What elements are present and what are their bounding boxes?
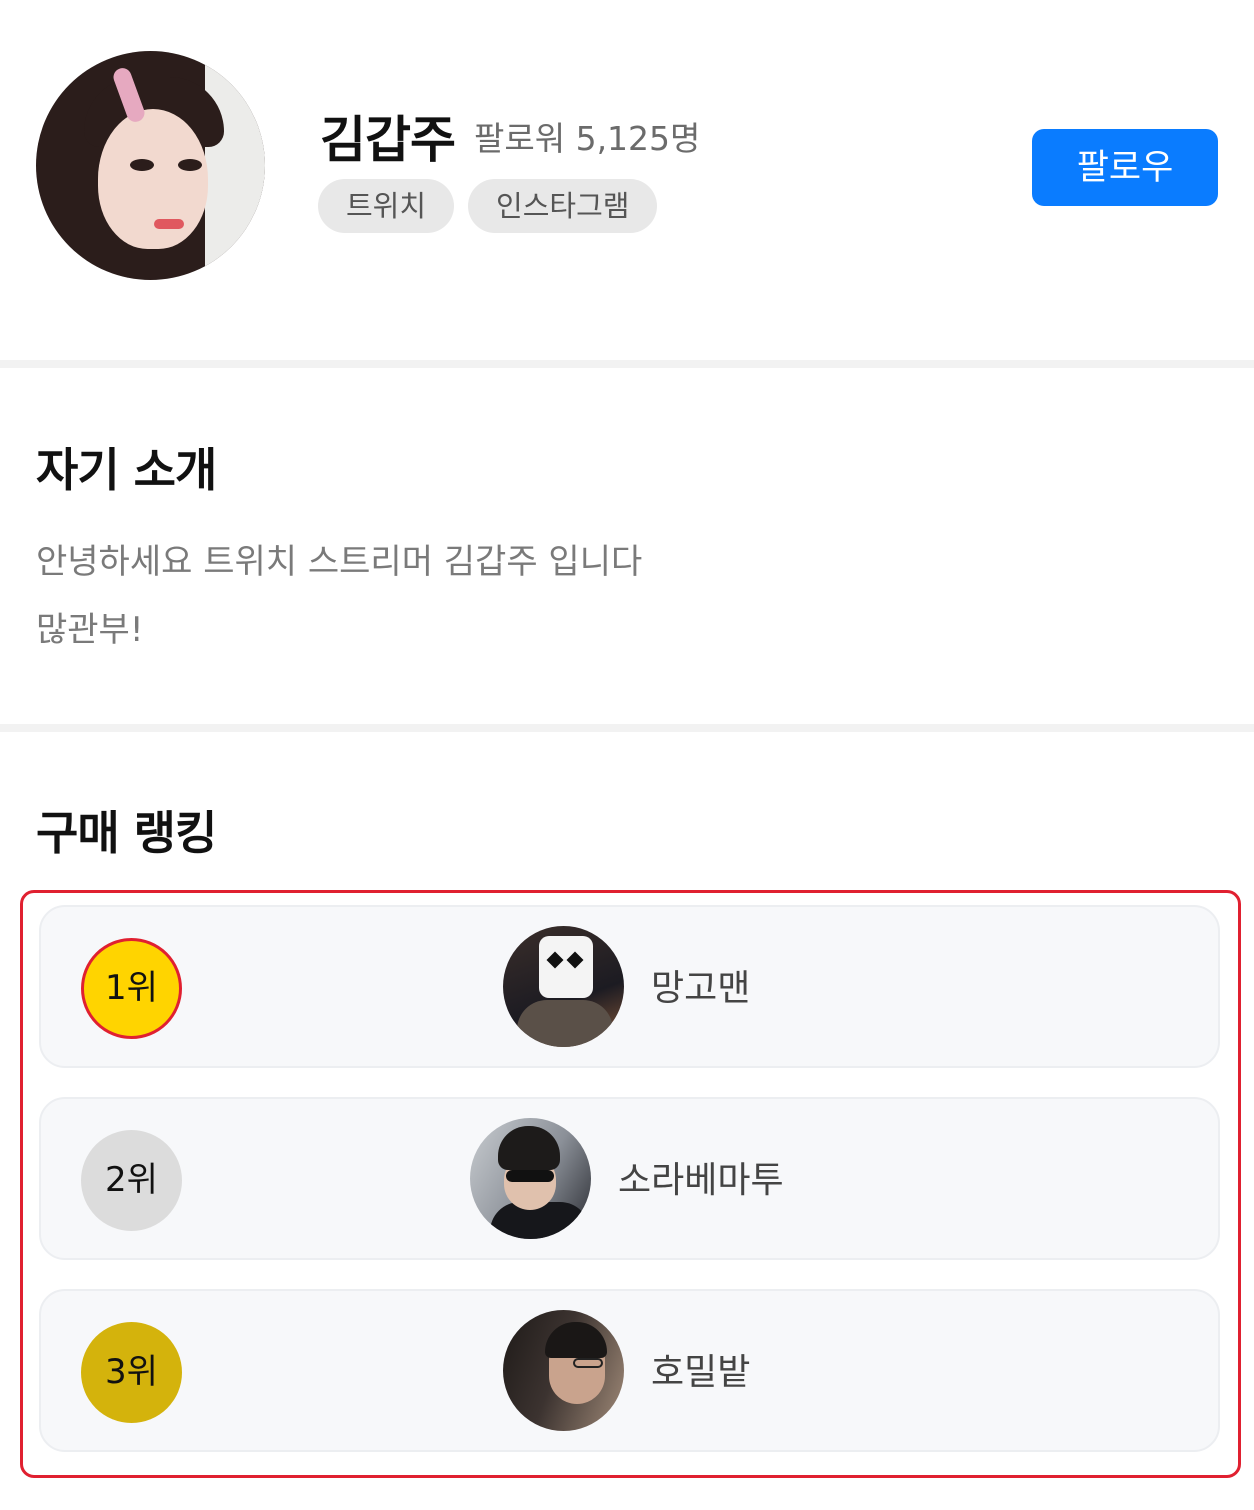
ranking-item-1[interactable]: 1위 망고맨 <box>39 905 1220 1068</box>
avatar-jacket <box>517 1000 613 1047</box>
profile-tags: 트위치 인스타그램 <box>318 179 658 233</box>
ranking-list: 1위 망고맨 2위 소라베마투 3위 호밀밭 <box>20 890 1241 1478</box>
ranking-item-3[interactable]: 3위 호밀밭 <box>39 1289 1220 1452</box>
ranking-title: 구매 랭킹 <box>36 806 217 860</box>
follow-button[interactable]: 팔로우 <box>1032 129 1218 206</box>
section-divider <box>0 724 1254 732</box>
rank-badge-bronze: 3위 <box>81 1322 182 1423</box>
avatar-mask <box>539 936 593 998</box>
profile-header: 김갑주 팔로워 5,125명 트위치 인스타그램 팔로우 <box>0 0 1254 360</box>
avatar-hair <box>545 1322 607 1358</box>
ranking-avatar[interactable] <box>470 1118 591 1239</box>
intro-line-2: 많관부! <box>36 610 144 650</box>
avatar-eye <box>178 159 202 171</box>
follower-count[interactable]: 팔로워 5,125명 <box>474 112 700 160</box>
profile-name: 김갑주 <box>320 111 456 169</box>
rank-badge-silver: 2위 <box>81 1130 182 1231</box>
tag-instagram[interactable]: 인스타그램 <box>468 179 658 233</box>
tag-twitch[interactable]: 트위치 <box>318 179 455 233</box>
avatar-glasses <box>573 1358 603 1368</box>
ranking-avatar[interactable] <box>503 1310 624 1431</box>
avatar-hair <box>498 1126 560 1170</box>
profile-avatar[interactable] <box>36 51 265 280</box>
rank-badge-gold: 1위 <box>81 938 182 1039</box>
ranking-username[interactable]: 소라베마투 <box>618 1151 784 1203</box>
ranking-username[interactable]: 망고맨 <box>651 959 750 1011</box>
intro-title: 자기 소개 <box>36 443 217 497</box>
avatar-lips <box>154 219 184 229</box>
intro-line-1: 안녕하세요 트위치 스트리머 김갑주 입니다 <box>36 542 643 582</box>
avatar-face <box>98 109 208 249</box>
avatar-sunglasses <box>506 1170 554 1182</box>
avatar-eye <box>130 159 154 171</box>
ranking-item-2[interactable]: 2위 소라베마투 <box>39 1097 1220 1260</box>
section-divider <box>0 360 1254 368</box>
avatar-background <box>205 51 265 280</box>
ranking-avatar[interactable] <box>503 926 624 1047</box>
ranking-username[interactable]: 호밀밭 <box>651 1343 750 1395</box>
